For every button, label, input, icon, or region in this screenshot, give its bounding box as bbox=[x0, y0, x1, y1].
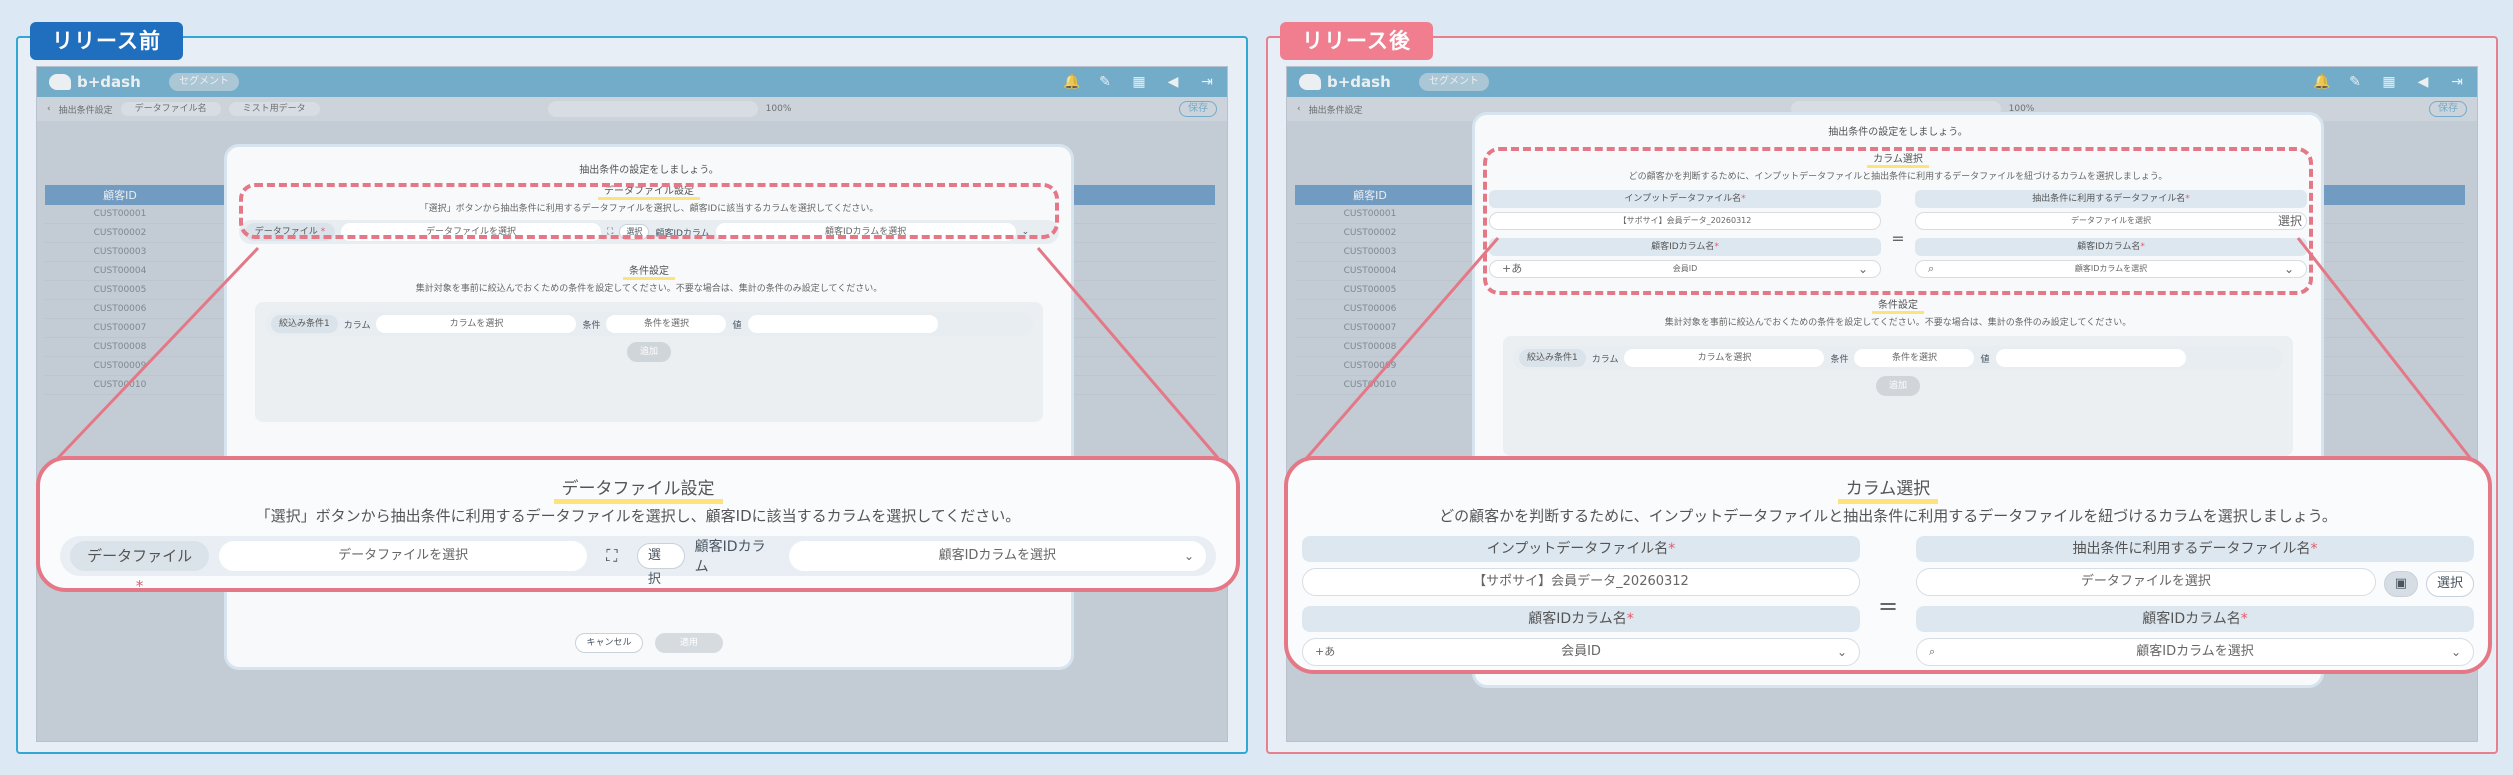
callout-input-col-select[interactable]: +あ 会員ID ⌄ bbox=[1302, 638, 1860, 666]
zoom-callout-datafile: データファイル設定 「選択」ボタンから抽出条件に利用するデータファイルを選択し、… bbox=[36, 456, 1240, 595]
callout-extract-file-input[interactable]: データファイルを選択 bbox=[1916, 568, 2376, 596]
value-input[interactable] bbox=[1995, 349, 2186, 367]
apply-button[interactable]: 適用 bbox=[655, 633, 723, 653]
search-icon: ⌕ bbox=[1929, 645, 1936, 658]
callout-input-col-label: 顧客IDカラム名* bbox=[1302, 606, 1860, 632]
callout-datafile-row: データファイル * データファイルを選択 ⛶ 選択 顧客IDカラム 顧客IDカラ… bbox=[60, 536, 1216, 595]
callout-title: データファイル設定 bbox=[40, 474, 1236, 504]
before-panel: リリース前 b+dash セグメント 🔔 ✎ ▦ ◀ ⇥ ‹ 抽出条件設定 デー… bbox=[16, 22, 1248, 754]
chevron-down-icon: ⌄ bbox=[2450, 645, 2461, 659]
chevron-down-icon: ⌄ bbox=[1836, 645, 1847, 659]
modal-intro: 抽出条件の設定をしましょう。 bbox=[579, 165, 719, 176]
column-select[interactable]: カラムを選択 bbox=[376, 315, 577, 333]
callout-customer-col-label: 顧客IDカラム bbox=[694, 539, 766, 575]
value-input[interactable] bbox=[747, 315, 938, 333]
chevron-down-icon: ⌄ bbox=[1183, 549, 1194, 563]
column-label: カラム bbox=[1591, 354, 1619, 365]
app-screenshot-before: b+dash セグメント 🔔 ✎ ▦ ◀ ⇥ ‹ 抽出条件設定 データファイル名… bbox=[36, 66, 1228, 742]
callout-desc: どの顧客かを判断するために、インプットデータファイルと抽出条件に利用するデータフ… bbox=[1439, 507, 2337, 525]
condition-box: 絞込み条件1 カラム カラムを選択 条件 条件を選択 値 追加 bbox=[1503, 336, 2293, 456]
calendar-icon[interactable]: ▣ bbox=[2383, 571, 2418, 597]
callout-extract-col-select[interactable]: ⌕ 顧客IDカラムを選択 ⌄ bbox=[1916, 638, 2474, 666]
callout-select-button[interactable]: 選択 bbox=[2425, 571, 2474, 597]
condition-select[interactable]: 条件を選択 bbox=[606, 315, 727, 333]
after-label: リリース後 bbox=[1280, 22, 1433, 60]
add-condition-button[interactable]: 追加 bbox=[627, 342, 671, 362]
callout-extract-file-label: 抽出条件に利用するデータファイル名* bbox=[1916, 536, 2474, 562]
cond-section-desc: 集計対象を事前に絞込んでおくための条件を設定してください。不要な場合は、集計の条… bbox=[1664, 318, 2132, 328]
callout-extract-col-label: 顧客IDカラム名* bbox=[1916, 606, 2474, 632]
callout-title: カラム選択 bbox=[1288, 474, 2488, 504]
filter-label: 絞込み条件1 bbox=[1519, 349, 1586, 367]
cond-section-title: 条件設定 bbox=[227, 262, 1071, 280]
callout-input-file-field: 【サポサイ】会員データ_20260312 bbox=[1302, 568, 1860, 596]
cond-section-desc: 集計対象を事前に絞込んでおくための条件を設定してください。不要な場合は、集計の条… bbox=[415, 284, 883, 294]
filter-label: 絞込み条件1 bbox=[271, 315, 338, 333]
callout-expand-icon[interactable]: ⛶ bbox=[597, 546, 627, 566]
condition-select[interactable]: 条件を選択 bbox=[1854, 349, 1975, 367]
callout-columns: インプットデータファイル名* 【サポサイ】会員データ_20260312 顧客ID… bbox=[1302, 536, 2474, 676]
filter-row: 絞込み条件1 カラム カラムを選択 条件 条件を選択 値 bbox=[265, 312, 1033, 336]
cancel-button[interactable]: キャンセル bbox=[575, 633, 643, 653]
callout-datafile-label: データファイル * bbox=[70, 541, 210, 595]
add-condition-button[interactable]: 追加 bbox=[1876, 376, 1920, 396]
column-label: カラム bbox=[343, 320, 371, 331]
condition-box: 絞込み条件1 カラム カラムを選択 条件 条件を選択 値 追加 bbox=[255, 302, 1043, 422]
cond-section-title: 条件設定 bbox=[1475, 296, 2321, 314]
column-select[interactable]: カラムを選択 bbox=[1624, 349, 1825, 367]
highlight-box bbox=[1483, 147, 2313, 295]
value-label: 値 bbox=[732, 320, 742, 331]
highlight-box bbox=[239, 183, 1059, 239]
callout-equals-sign: = bbox=[1877, 592, 1899, 620]
condition-label: 条件 bbox=[1830, 354, 1849, 365]
callout-input-file-label: インプットデータファイル名* bbox=[1302, 536, 1860, 562]
after-panel: リリース後 b+dash セグメント 🔔 ✎ ▦ ◀ ⇥ ‹ 抽出条件設定 10… bbox=[1266, 22, 2498, 754]
callout-customer-col-select[interactable]: 顧客IDカラムを選択 ⌄ bbox=[788, 541, 1206, 571]
callout-select-button[interactable]: 選択 bbox=[636, 543, 685, 587]
value-label: 値 bbox=[1980, 354, 1990, 365]
condition-label: 条件 bbox=[582, 320, 601, 331]
modal-intro: 抽出条件の設定をしましょう。 bbox=[1828, 127, 1968, 138]
filter-row: 絞込み条件1 カラム カラムを選択 条件 条件を選択 値 bbox=[1513, 346, 2283, 370]
callout-datafile-input[interactable]: データファイルを選択 bbox=[219, 541, 587, 571]
callout-desc: 「選択」ボタンから抽出条件に利用するデータファイルを選択し、顧客IDに該当するカ… bbox=[255, 507, 1021, 525]
before-label: リリース前 bbox=[30, 22, 183, 60]
zoom-callout-colsel: カラム選択 どの顧客かを判断するために、インプットデータファイルと抽出条件に利用… bbox=[1284, 456, 2492, 674]
